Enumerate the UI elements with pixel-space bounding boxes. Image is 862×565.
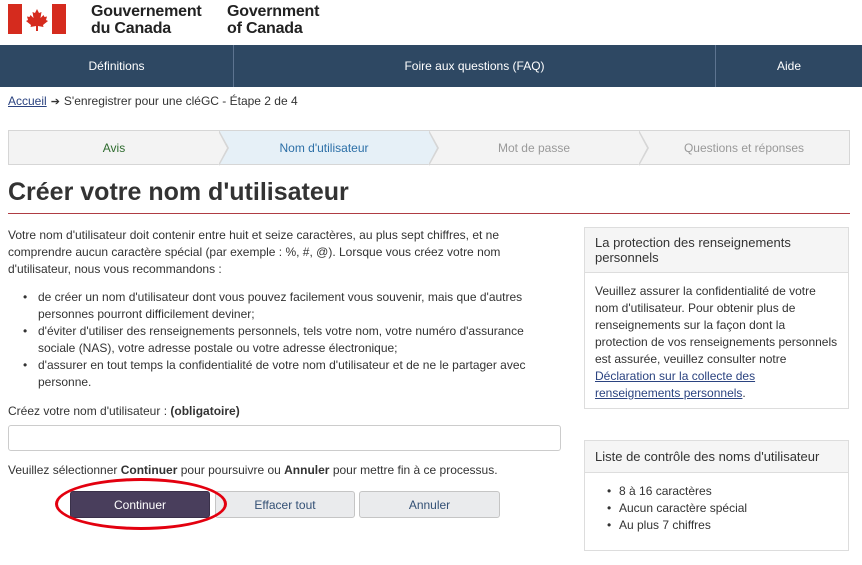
cancel-button[interactable]: Annuler (359, 491, 500, 518)
chevron-right-icon (428, 130, 439, 166)
step-label: Avis (102, 140, 126, 155)
step-label: Questions et réponses (683, 140, 805, 155)
page-title: Créer votre nom d'utilisateur (8, 178, 349, 206)
checklist-panel-title: Liste de contrôle des noms d'utilisateur (585, 441, 848, 473)
government-name-en: Government of Canada (227, 3, 319, 37)
list-item: Aucun caractère spécial (607, 500, 838, 517)
privacy-text: Veuillez assurer la confidentialité de v… (595, 284, 838, 366)
list-item: Au plus 7 chiffres (607, 517, 838, 534)
privacy-text-end: . (742, 386, 746, 400)
step-username: Nom d'utilisateur (219, 130, 439, 166)
checklist-panel-body: 8 à 16 caractères Aucun caractère spécia… (585, 473, 848, 544)
privacy-statement-link[interactable]: Déclaration sur la collecte des renseign… (595, 369, 755, 400)
username-field-label: Créez votre nom d'utilisateur : (obligat… (8, 404, 240, 418)
nav-item-help[interactable]: Aide (716, 45, 862, 87)
instruction-continue-word: Continuer (120, 463, 178, 477)
clear-all-button[interactable]: Effacer tout (215, 491, 355, 518)
chevron-right-icon (218, 130, 229, 166)
intro-text: Votre nom d'utilisateur doit contenir en… (8, 228, 501, 276)
progress-steps: Avis Nom d'utilisateur Mot de passe Ques… (8, 130, 850, 166)
nav-item-definitions[interactable]: Définitions (0, 45, 234, 87)
instruction-text: Veuillez sélectionner Continuer pour pou… (8, 463, 498, 477)
checklist: 8 à 16 caractères Aucun caractère spécia… (595, 483, 838, 534)
instruction-cancel-word: Annuler (284, 463, 330, 477)
privacy-panel-body: Veuillez assurer la confidentialité de v… (585, 273, 848, 412)
gov-en-line2: of Canada (227, 20, 303, 37)
main-nav: Définitions Foire aux questions (FAQ) Ai… (0, 45, 862, 87)
site-header: Gouvernement du Canada Government of Can… (0, 0, 862, 45)
required-marker: (obligatoire) (170, 404, 240, 418)
step-questions: Questions et réponses (639, 131, 849, 164)
instruction-part: pour poursuivre ou (177, 463, 285, 477)
gov-fr-line2: du Canada (91, 20, 171, 37)
privacy-panel-title: La protection des renseignements personn… (585, 228, 848, 273)
privacy-panel: La protection des renseignements personn… (584, 227, 849, 409)
recommendation-list: de créer un nom d'utilisateur dont vous … (23, 289, 560, 391)
instruction-part: Veuillez sélectionner (8, 463, 121, 477)
field-label-text: Créez votre nom d'utilisateur : (8, 404, 168, 418)
step-notice: Avis (9, 130, 229, 166)
instruction-part: pour mettre fin à ce processus. (329, 463, 498, 477)
gov-fr-line1: Gouvernement (91, 3, 202, 20)
step-label: Nom d'utilisateur (279, 140, 369, 155)
list-item: 8 à 16 caractères (607, 483, 838, 500)
government-name-fr: Gouvernement du Canada (91, 3, 202, 37)
list-item: d'assurer en tout temps la confidentiali… (23, 357, 560, 391)
title-divider (8, 213, 850, 214)
username-input[interactable] (8, 425, 561, 451)
nav-item-faq[interactable]: Foire aux questions (FAQ) (234, 45, 716, 87)
breadcrumb: Accueil ➔ S'enregistrer pour une cléGC -… (8, 94, 298, 108)
step-label: Mot de passe (497, 140, 571, 155)
continue-button[interactable]: Continuer (70, 491, 210, 518)
step-password: Mot de passe (429, 130, 649, 166)
list-item: d'éviter d'utiliser des renseignements p… (23, 323, 560, 357)
arrow-right-icon: ➔ (50, 95, 60, 108)
gov-en-line1: Government (227, 3, 320, 20)
username-checklist-panel: Liste de contrôle des noms d'utilisateur… (584, 440, 849, 551)
canada-flag-icon (8, 4, 66, 34)
breadcrumb-home-link[interactable]: Accueil (8, 94, 47, 108)
breadcrumb-current: S'enregistrer pour une cléGC - Étape 2 d… (63, 94, 298, 108)
chevron-right-icon (638, 130, 649, 166)
list-item: de créer un nom d'utilisateur dont vous … (23, 289, 560, 323)
